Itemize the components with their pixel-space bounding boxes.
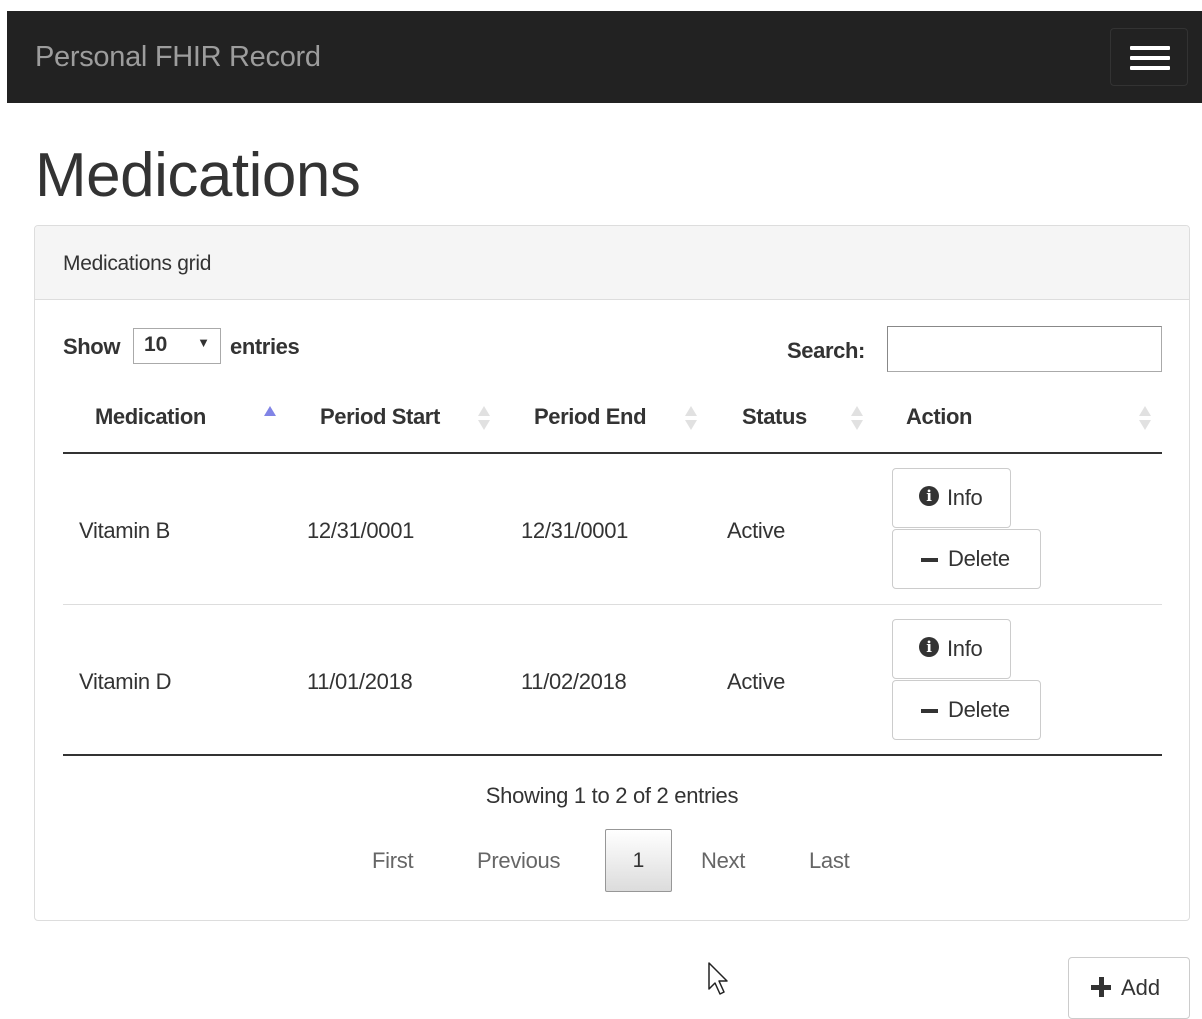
minus-icon <box>921 558 938 562</box>
pagination-previous[interactable]: Previous <box>477 848 561 874</box>
cell-medication: Vitamin B <box>79 518 171 543</box>
table-header-divider <box>63 452 1162 454</box>
length-entries-label: entries <box>230 334 300 359</box>
delete-button-label: Delete <box>948 697 1010 722</box>
length-show-label: Show <box>63 334 121 359</box>
delete-button[interactable]: Delete <box>892 680 1041 740</box>
info-button-label: Info <box>947 485 983 510</box>
pagination-first[interactable]: First <box>372 848 414 874</box>
pagination-current-page[interactable]: 1 <box>605 829 672 892</box>
column-header-medication[interactable]: Medication <box>95 404 206 430</box>
delete-button-label: Delete <box>948 546 1010 571</box>
search-label: Search: <box>787 338 865 363</box>
entries-per-page-value: 10 <box>144 333 168 356</box>
cell-status: Active <box>727 669 786 694</box>
column-header-action[interactable]: Action <box>906 404 972 430</box>
info-button[interactable]: i Info <box>892 468 1011 528</box>
info-button-label: Info <box>947 636 983 661</box>
entries-per-page-select[interactable]: 10 ▼ <box>133 328 221 364</box>
minus-icon <box>921 709 938 713</box>
page-title: Medications <box>35 141 361 210</box>
mouse-pointer-icon <box>708 962 728 995</box>
column-header-status[interactable]: Status <box>742 404 807 430</box>
table-footer-divider <box>63 754 1162 756</box>
panel-heading: Medications grid <box>35 226 1189 300</box>
dropdown-caret-icon: ▼ <box>197 335 210 350</box>
row-divider <box>63 604 1162 605</box>
sort-both-icon <box>478 406 490 432</box>
brand-link[interactable]: Personal FHIR Record <box>35 41 321 74</box>
cell-medication: Vitamin D <box>79 669 172 694</box>
search-input[interactable] <box>887 326 1162 372</box>
column-header-period-start[interactable]: Period Start <box>320 404 440 430</box>
panel-heading-title: Medications grid <box>63 252 212 275</box>
top-navbar: Personal FHIR Record <box>7 11 1202 103</box>
pagination-last[interactable]: Last <box>809 848 850 874</box>
add-button-label: Add <box>1121 975 1161 1000</box>
plus-icon <box>1091 977 1111 997</box>
cell-period-end: 12/31/0001 <box>521 518 629 543</box>
table-info-summary: Showing 1 to 2 of 2 entries <box>485 783 739 808</box>
sort-ascending-icon <box>264 406 276 416</box>
column-header-period-end[interactable]: Period End <box>534 404 647 430</box>
cell-period-end: 11/02/2018 <box>521 669 627 694</box>
info-circle-icon: i <box>919 637 939 657</box>
sort-both-icon <box>685 406 697 432</box>
pagination-next[interactable]: Next <box>701 848 745 874</box>
sort-both-icon <box>1139 406 1151 432</box>
sort-both-icon <box>851 406 863 432</box>
hamburger-menu-icon <box>1130 46 1170 50</box>
delete-button[interactable]: Delete <box>892 529 1041 589</box>
cell-period-start: 11/01/2018 <box>307 669 413 694</box>
add-medication-button[interactable]: Add <box>1068 957 1190 1019</box>
menu-toggle-button[interactable] <box>1110 28 1188 86</box>
medications-panel: Medications grid Show 10 ▼ entries Searc… <box>34 225 1190 921</box>
cell-period-start: 12/31/0001 <box>307 518 415 543</box>
info-circle-icon: i <box>919 486 939 506</box>
hamburger-menu-icon-bar <box>1130 66 1170 70</box>
hamburger-menu-icon-bar <box>1130 56 1170 60</box>
cell-status: Active <box>727 518 786 543</box>
info-button[interactable]: i Info <box>892 619 1011 679</box>
